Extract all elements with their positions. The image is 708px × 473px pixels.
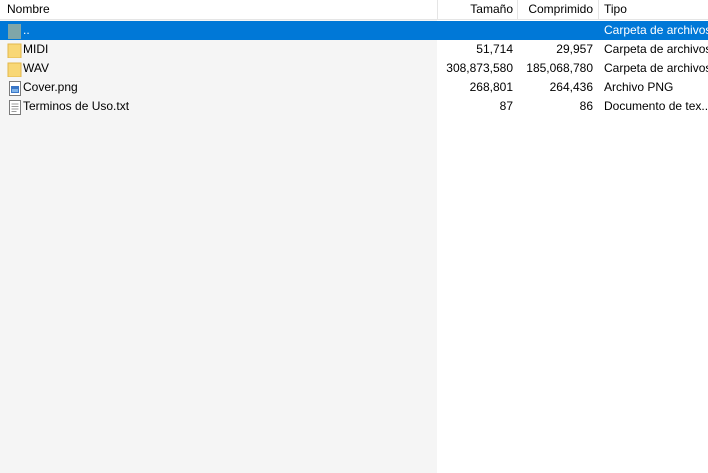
- type-cell: Archivo PNG: [604, 80, 674, 94]
- file-name: Terminos de Uso.txt: [23, 99, 130, 113]
- text-file-icon: [7, 99, 23, 115]
- size-cell: 51,714: [476, 42, 513, 56]
- column-header-name[interactable]: Nombre: [7, 0, 432, 19]
- file-row-wav[interactable]: WAV 308,873,580 185,068,780 Carpeta de a…: [0, 59, 708, 78]
- column-header-type[interactable]: Tipo: [604, 0, 708, 19]
- type-cell: Documento de tex...: [604, 99, 708, 113]
- type-cell: Carpeta de archivos: [604, 23, 708, 37]
- type-cell: Carpeta de archivos: [604, 42, 708, 56]
- type-cell: Carpeta de archivos: [604, 61, 708, 75]
- size-cell: 308,873,580: [446, 61, 513, 75]
- file-name: WAV: [23, 61, 49, 75]
- column-header-bar: Nombre Tamaño Comprimido Tipo: [0, 0, 708, 20]
- size-cell: [437, 21, 513, 40]
- column-divider[interactable]: [598, 0, 599, 19]
- file-list: .. Carpeta de archivos MIDI 51,714 29,95…: [0, 21, 708, 116]
- file-row-midi[interactable]: MIDI 51,714 29,957 Carpeta de archivos: [0, 40, 708, 59]
- name-cell: Cover.png: [5, 78, 435, 97]
- name-cell: WAV: [5, 59, 435, 78]
- name-cell: MIDI: [5, 40, 435, 59]
- compressed-cell: 185,068,780: [526, 61, 593, 75]
- file-name: MIDI: [23, 42, 49, 56]
- file-name: Cover.png: [23, 80, 78, 94]
- compressed-cell: 29,957: [556, 42, 593, 56]
- compressed-cell: 86: [579, 99, 593, 113]
- compressed-cell: 264,436: [549, 80, 593, 94]
- column-header-compressed[interactable]: Comprimido: [518, 0, 593, 19]
- name-cell: Terminos de Uso.txt: [5, 97, 435, 116]
- folder-icon: [7, 42, 23, 59]
- folder-icon: [7, 61, 23, 78]
- parent-folder-icon: [7, 23, 23, 39]
- file-row-terms[interactable]: Terminos de Uso.txt 87 86 Documento de t…: [0, 97, 708, 116]
- size-cell: 87: [499, 99, 513, 113]
- file-name: ..: [23, 23, 30, 37]
- file-row-cover[interactable]: Cover.png 268,801 264,436 Archivo PNG: [0, 78, 708, 97]
- compressed-cell: [518, 21, 593, 40]
- name-cell: ..: [5, 21, 435, 40]
- size-cell: 268,801: [469, 80, 513, 94]
- file-row-parent[interactable]: .. Carpeta de archivos: [0, 21, 708, 40]
- column-header-size[interactable]: Tamaño: [438, 0, 513, 19]
- image-file-icon: [7, 80, 23, 96]
